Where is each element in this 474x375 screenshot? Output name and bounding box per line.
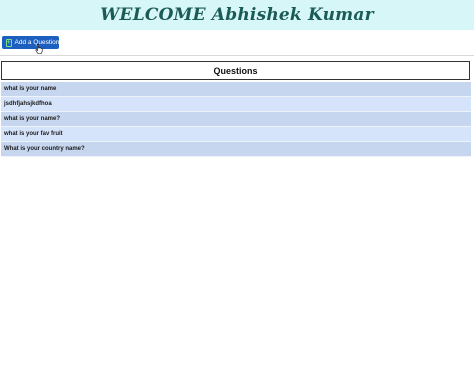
welcome-title: WELCOME Abhishek Kumar [100, 5, 374, 25]
add-question-button[interactable]: + Add a Question [2, 36, 59, 49]
question-item[interactable]: what is your name? [1, 112, 471, 127]
questions-heading: Questions [213, 65, 258, 76]
pointer-hand-icon [35, 44, 43, 54]
plus-square-icon: + [6, 38, 12, 47]
questions-heading-box: Questions [1, 61, 470, 80]
question-item[interactable]: what is your fav fruit [1, 127, 471, 142]
welcome-header: WELCOME Abhishek Kumar [0, 0, 474, 30]
question-item[interactable]: jsdhfjahsjkdfhoa [1, 97, 471, 112]
question-item[interactable]: what is your name [1, 82, 471, 97]
divider [0, 55, 474, 56]
question-item[interactable]: What is your country name? [1, 142, 471, 157]
questions-list: what is your name jsdhfjahsjkdfhoa what … [1, 82, 471, 157]
